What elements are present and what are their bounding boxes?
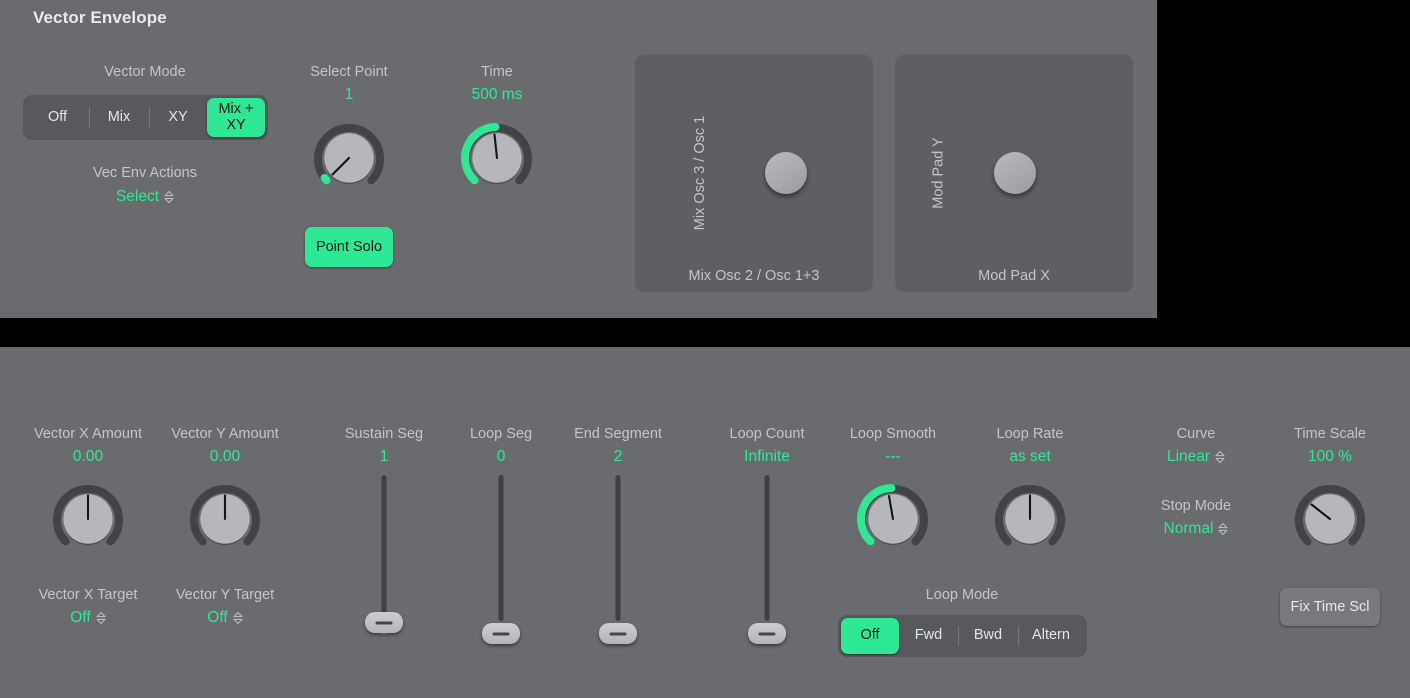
curve-popup[interactable]: Linear [1136, 446, 1256, 468]
loop-rate-value: as set [950, 448, 1110, 466]
vector-y-amount-value: 0.00 [145, 448, 305, 466]
loop-count-handle[interactable] [748, 623, 786, 644]
chevron-updown-icon [1218, 522, 1228, 536]
loop-smooth-knob[interactable] [853, 479, 933, 559]
fix-time-scl-label: Fix Time Scl [1291, 599, 1370, 615]
point-solo-label: Point Solo [316, 239, 382, 255]
vector-y-amount-label: Vector Y Amount [145, 426, 305, 442]
vector-mode-option-off[interactable]: Off [26, 98, 89, 137]
vector-envelope-bottom-panel: Vector X Amount 0.00 Vector X Target Off… [0, 347, 1410, 698]
stop-mode-popup[interactable]: Normal [1136, 518, 1256, 540]
loop-mode-option-fwd[interactable]: Fwd [899, 618, 958, 654]
loop-mode-option-bwd[interactable]: Bwd [958, 618, 1018, 654]
vector-y-target-popup[interactable]: Off [175, 607, 275, 629]
plugin-window: Vector Envelope Vector Mode Off Mix XY M… [0, 0, 1410, 698]
mod-pad-x-label: Mod Pad X [895, 268, 1133, 284]
mod-pad-handle[interactable] [994, 152, 1036, 194]
vector-x-target-label: Vector X Target [8, 587, 168, 603]
select-point-knob[interactable] [309, 118, 389, 198]
vector-x-target-popup[interactable]: Off [38, 607, 138, 629]
loop-seg-track[interactable] [499, 475, 504, 621]
loop-mode-option-off[interactable]: Off [841, 618, 899, 654]
time-scale-label: Time Scale [1250, 426, 1410, 442]
time-label: Time [417, 64, 577, 80]
vector-envelope-top-panel: Vector Envelope Vector Mode Off Mix XY M… [0, 0, 1157, 318]
mix-pad-y-label: Mix Osc 3 / Osc 1 [692, 116, 708, 230]
loop-smooth-label: Loop Smooth [813, 426, 973, 442]
mix-pad-handle[interactable] [765, 152, 807, 194]
loop-rate-knob[interactable] [990, 479, 1070, 559]
loop-seg-slider[interactable] [471, 475, 531, 640]
chevron-updown-icon [96, 611, 106, 625]
sustain-seg-handle[interactable] [365, 612, 403, 633]
vec-env-actions-popup[interactable]: Select [85, 186, 205, 208]
point-solo-button[interactable]: Point Solo [305, 227, 393, 267]
select-point-label: Select Point [269, 64, 429, 80]
loop-count-slider[interactable] [737, 475, 797, 640]
time-knob[interactable] [457, 118, 537, 198]
vector-y-target-label: Vector Y Target [145, 587, 305, 603]
stop-mode-label: Stop Mode [1116, 498, 1276, 514]
vector-x-amount-value: 0.00 [8, 448, 168, 466]
vector-y-amount-knob[interactable] [185, 479, 265, 559]
end-segment-label: End Segment [538, 426, 698, 442]
vector-mode-segmented-control[interactable]: Off Mix XY Mix + XY [23, 95, 268, 140]
mod-pad-y-label: Mod Pad Y [931, 137, 947, 208]
loop-mode-segmented-control[interactable]: Off Fwd Bwd Altern [838, 615, 1087, 657]
page-title: Vector Envelope [33, 8, 167, 28]
sustain-seg-track[interactable] [382, 475, 387, 621]
sustain-seg-slider[interactable] [354, 475, 414, 640]
loop-mode-option-altern[interactable]: Altern [1018, 618, 1084, 654]
mix-pad-x-label: Mix Osc 2 / Osc 1+3 [635, 268, 873, 284]
vector-x-target-value: Off [70, 609, 90, 627]
vector-y-target-value: Off [207, 609, 227, 627]
curve-value: Linear [1167, 448, 1210, 466]
end-segment-handle[interactable] [599, 623, 637, 644]
loop-seg-handle[interactable] [482, 623, 520, 644]
mix-xy-pad[interactable]: Mix Osc 3 / Osc 1 Mix Osc 2 / Osc 1+3 [635, 54, 873, 292]
loop-count-track[interactable] [765, 475, 770, 621]
vector-mode-option-mix-xy[interactable]: Mix + XY [207, 98, 265, 137]
loop-rate-label: Loop Rate [950, 426, 1110, 442]
end-segment-track[interactable] [616, 475, 621, 621]
vector-x-amount-knob[interactable] [48, 479, 128, 559]
end-segment-value: 2 [538, 448, 698, 466]
chevron-updown-icon [164, 190, 174, 204]
time-scale-value: 100 % [1250, 448, 1410, 466]
end-segment-slider[interactable] [588, 475, 648, 640]
chevron-updown-icon [1215, 450, 1225, 464]
select-point-value: 1 [269, 86, 429, 104]
vec-env-actions-label: Vec Env Actions [60, 165, 230, 181]
loop-smooth-value: --- [813, 448, 973, 466]
loop-mode-label: Loop Mode [882, 587, 1042, 603]
fix-time-scl-button[interactable]: Fix Time Scl [1280, 588, 1380, 626]
mod-xy-pad[interactable]: Mod Pad Y Mod Pad X [895, 54, 1133, 292]
chevron-updown-icon [233, 611, 243, 625]
time-scale-knob[interactable] [1290, 479, 1370, 559]
vector-x-amount-label: Vector X Amount [8, 426, 168, 442]
stop-mode-value: Normal [1164, 520, 1214, 538]
vector-mode-option-mix[interactable]: Mix [89, 98, 149, 137]
vec-env-actions-value: Select [116, 188, 159, 206]
time-value: 500 ms [417, 86, 577, 104]
vector-mode-option-xy[interactable]: XY [149, 98, 207, 137]
vector-mode-label: Vector Mode [60, 64, 230, 80]
